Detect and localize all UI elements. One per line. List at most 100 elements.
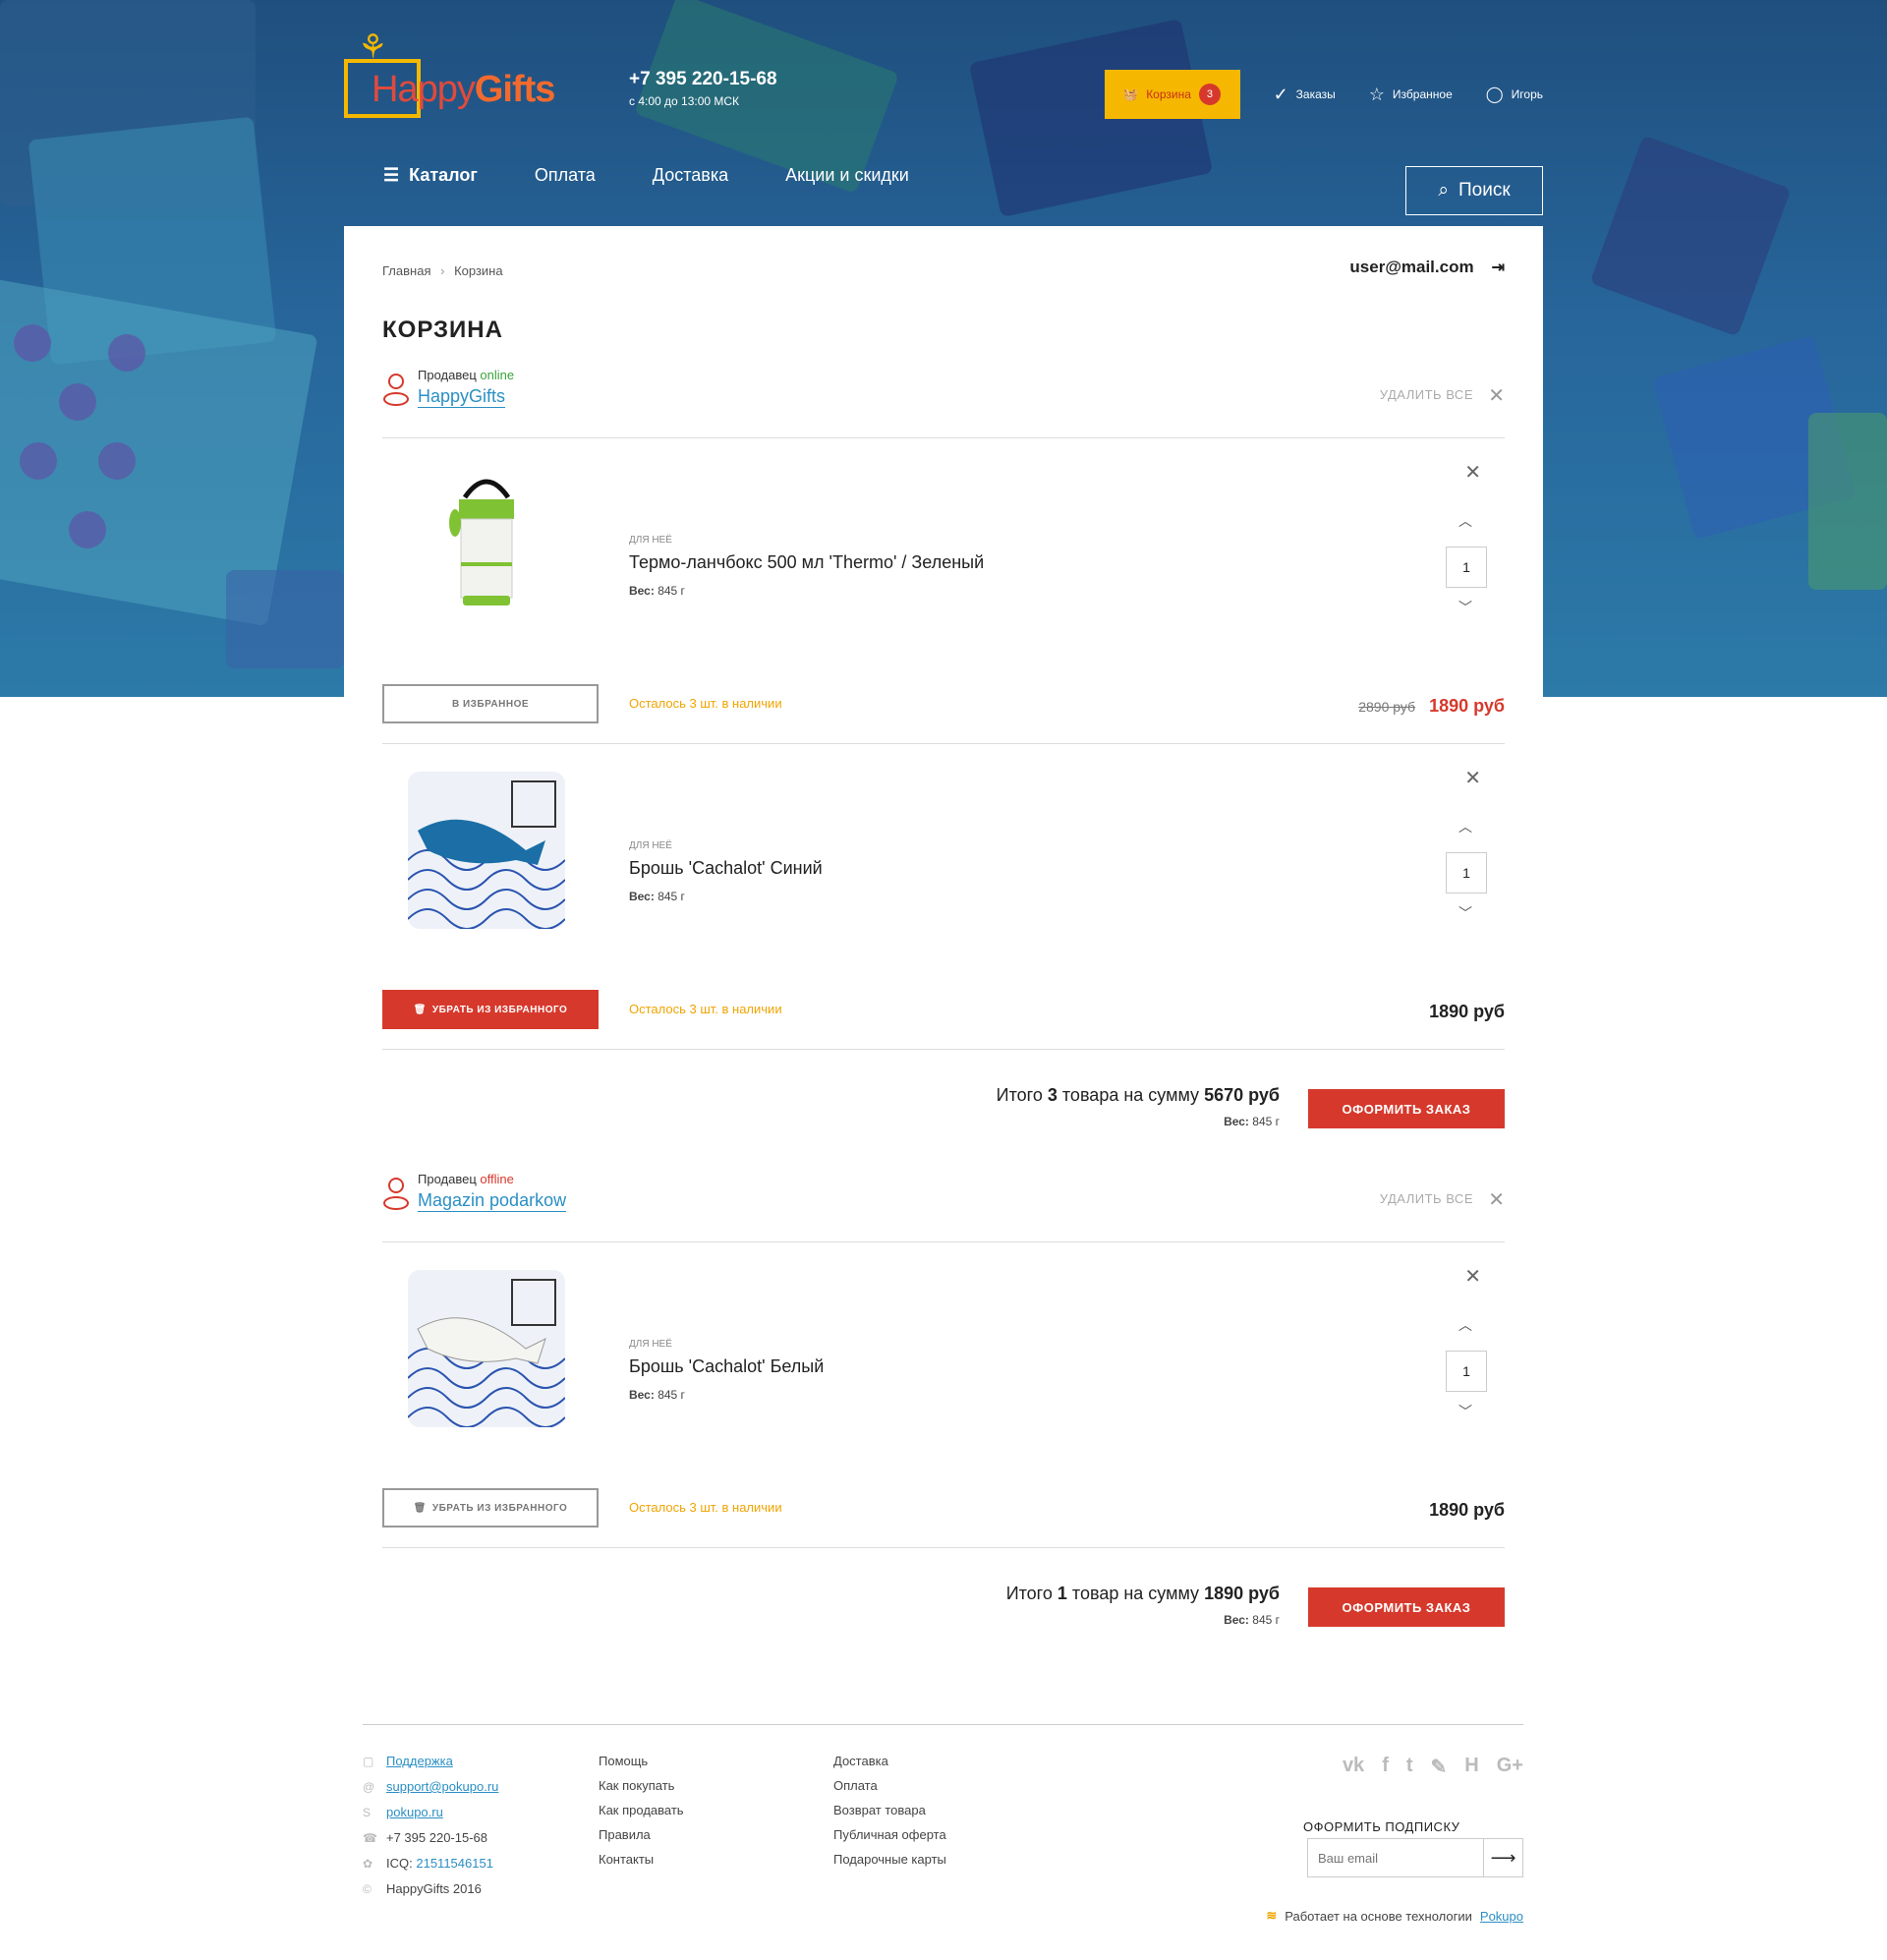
footer-link[interactable]: Правила (599, 1822, 684, 1847)
footer-link[interactable]: Помощь (599, 1749, 684, 1773)
twitter-icon[interactable]: t (1406, 1755, 1413, 1779)
quantity-input[interactable]: 1 (1446, 852, 1487, 894)
footer-link[interactable]: Публичная оферта (833, 1822, 946, 1847)
livejournal-icon[interactable]: ✎ (1431, 1755, 1448, 1779)
habr-icon[interactable]: H (1464, 1755, 1478, 1779)
checkout-button[interactable]: ОФОРМИТЬ ЗАКАЗ (1308, 1089, 1505, 1128)
remove-item-icon[interactable]: ✕ (1464, 460, 1481, 485)
cart-button[interactable]: 🧺 Корзина 3 (1104, 70, 1240, 119)
footer-contacts: ▢ Поддержка @ support@pokupo.ru Spokupo.ru… (363, 1749, 498, 1902)
phone-number[interactable]: +7 395 220-15-68 (629, 69, 777, 90)
seller-name-link[interactable]: Magazin podarkow (418, 1189, 567, 1212)
order-summary: Итого 1 товар на сумму 1890 руб Вес: 845… (382, 1548, 1505, 1654)
product-image-brooch-white (408, 1270, 565, 1427)
total-summary: Итого 1 товар на сумму 1890 руб (1006, 1584, 1280, 1604)
skype-icon: S (363, 1806, 372, 1819)
stock-status: Осталось 3 шт. в наличии (629, 1500, 782, 1515)
quantity-increase-icon[interactable]: ︿ (1458, 511, 1472, 531)
subscribe-title: ОФОРМИТЬ ПОДПИСКУ (1303, 1819, 1460, 1834)
remove-favorites-label: УБРАТЬ ИЗ ИЗБРАННОГО (431, 1004, 568, 1015)
logo[interactable]: ⚘ HappyGifts (344, 28, 570, 120)
remove-item-icon[interactable]: ✕ (1464, 766, 1481, 790)
footer-link[interactable]: Подарочные карты (833, 1847, 946, 1872)
googleplus-icon[interactable]: G+ (1497, 1755, 1523, 1779)
footer-link[interactable]: Контакты (599, 1847, 684, 1872)
footer-link[interactable]: Оплата (833, 1773, 946, 1798)
contact-phone: +7 395 220-15-68 с 4:00 до 13:00 МСК (629, 69, 777, 108)
catalog-menu[interactable]: ☰ Каталог (383, 165, 478, 186)
item-price: 1890 руб (1429, 1500, 1505, 1520)
page-title: КОРЗИНА (382, 317, 503, 343)
footer-link[interactable]: Доставка (833, 1749, 946, 1773)
footer-link[interactable]: Как покупать (599, 1773, 684, 1798)
total-weight-label: Вес: (1224, 1115, 1249, 1128)
footer-link[interactable]: Как продавать (599, 1798, 684, 1822)
close-icon[interactable]: ✕ (1488, 383, 1505, 408)
search-button[interactable]: ⌕ Поиск (1405, 166, 1543, 215)
support-link[interactable]: Поддержка (386, 1754, 453, 1768)
total-count: 1 (1057, 1584, 1067, 1603)
pokupo-link[interactable]: Pokupo (1480, 1909, 1523, 1924)
quantity-increase-icon[interactable]: ︿ (1458, 817, 1472, 836)
add-to-favorites-button[interactable]: В ИЗБРАННОЕ (382, 684, 599, 723)
footer-help-links: Помощь Как покупать Как продавать Правил… (599, 1749, 684, 1872)
quantity-decrease-icon[interactable]: ﹀ (1458, 598, 1472, 617)
weight-label: Вес: (629, 1388, 655, 1402)
total-weight: 845 г (1252, 1613, 1280, 1627)
quantity-input[interactable]: 1 (1446, 547, 1487, 588)
total-mid: товара на сумму (1061, 1085, 1200, 1105)
seller-status: offline (480, 1172, 514, 1186)
icq-number[interactable]: 21511546151 (416, 1856, 493, 1871)
breadcrumb-current: Корзина (454, 263, 503, 278)
footer-link[interactable]: Возврат товара (833, 1798, 946, 1822)
remove-favorites-label: УБРАТЬ ИЗ ИЗБРАННОГО (431, 1502, 568, 1514)
favorites-link[interactable]: ☆ Избранное (1369, 85, 1453, 105)
seller-status: online (480, 368, 515, 382)
vk-icon[interactable]: vk (1343, 1755, 1364, 1779)
facebook-icon[interactable]: f (1382, 1755, 1389, 1779)
social-links: vk f t ✎ H G+ (1343, 1755, 1523, 1779)
item-weight: 845 г (658, 1388, 685, 1402)
quantity-decrease-icon[interactable]: ﹀ (1458, 903, 1472, 923)
item-name[interactable]: Термо-ланчбокс 500 мл 'Thermo' / Зеленый (629, 552, 984, 573)
menu-item-payment[interactable]: Оплата (535, 165, 596, 186)
email-link[interactable]: support@pokupo.ru (386, 1779, 498, 1794)
seller-name-link[interactable]: HappyGifts (418, 385, 506, 408)
catalog-label: Каталог (409, 165, 478, 185)
delete-all-button[interactable]: УДАЛИТЬ ВСЕ (1380, 387, 1473, 402)
menu-item-delivery[interactable]: Доставка (653, 165, 728, 186)
arrow-right-icon[interactable]: ⟶ (1483, 1839, 1522, 1876)
menu-item-promotions[interactable]: Акции и скидки (785, 165, 909, 186)
breadcrumb-home[interactable]: Главная (382, 263, 430, 278)
orders-link[interactable]: ✓ Заказы (1274, 85, 1336, 105)
remove-from-favorites-button[interactable]: 🗑 УБРАТЬ ИЗ ИЗБРАННОГО (382, 990, 599, 1029)
at-icon: @ (363, 1780, 375, 1794)
item-name[interactable]: Брошь 'Cachalot' Синий (629, 858, 823, 879)
bow-icon: ⚘ (358, 29, 388, 66)
item-weight: 845 г (658, 890, 685, 903)
account-email: user@mail.com (1349, 258, 1474, 276)
remove-from-favorites-button[interactable]: 🗑 УБРАТЬ ИЗ ИЗБРАННОГО (382, 1488, 599, 1528)
logout-icon[interactable]: ⇥ (1492, 258, 1505, 277)
footer: ▢ Поддержка @ support@pokupo.ru Spokupo.ru… (363, 1724, 1523, 1924)
subscribe-email-input[interactable] (1308, 1839, 1483, 1876)
close-icon[interactable]: ✕ (1488, 1187, 1505, 1212)
footer-phone: +7 395 220-15-68 (386, 1830, 488, 1845)
cart-label: Корзина (1146, 87, 1191, 101)
quantity-input[interactable]: 1 (1446, 1351, 1487, 1392)
weight-label: Вес: (629, 890, 655, 903)
total-summary: Итого 3 товара на сумму 5670 руб (997, 1085, 1280, 1106)
quantity-increase-icon[interactable]: ︿ (1458, 1315, 1472, 1335)
footer-info-links: Доставка Оплата Возврат товара Публичная… (833, 1749, 946, 1872)
quantity-decrease-icon[interactable]: ﹀ (1458, 1402, 1472, 1421)
main-menu: ☰ Каталог Оплата Доставка Акции и скидки (383, 165, 909, 186)
item-name[interactable]: Брошь 'Cachalot' Белый (629, 1356, 824, 1377)
delete-all-button[interactable]: УДАЛИТЬ ВСЕ (1380, 1191, 1473, 1206)
icq-icon: ✿ (363, 1857, 373, 1871)
cart-item: ДЛЯ НЕЁ Брошь 'Cachalot' Белый Вес: 845 … (382, 1242, 1505, 1547)
remove-item-icon[interactable]: ✕ (1464, 1264, 1481, 1289)
checkout-button[interactable]: ОФОРМИТЬ ЗАКАЗ (1308, 1587, 1505, 1627)
user-menu[interactable]: ◯ Игорь (1486, 85, 1543, 104)
skype-link[interactable]: pokupo.ru (386, 1805, 443, 1819)
item-price: 2890 руб 1890 руб (1358, 696, 1505, 717)
